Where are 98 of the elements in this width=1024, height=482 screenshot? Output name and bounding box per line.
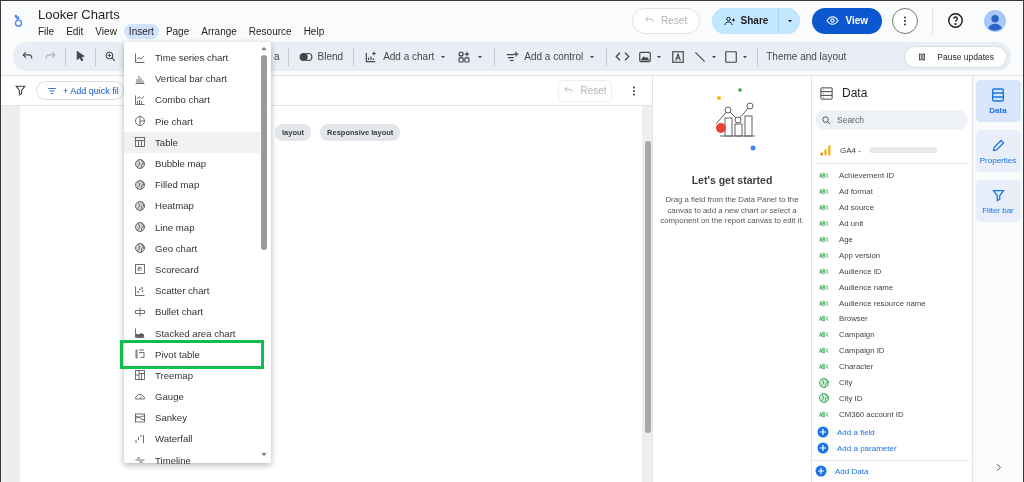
scroll-down-icon[interactable] <box>260 451 268 458</box>
more-button[interactable] <box>892 7 918 34</box>
side-tab[interactable]: Data <box>975 80 1021 122</box>
filter-icon <box>990 187 1006 203</box>
add-action-link[interactable]: Add a parameter <box>812 440 903 457</box>
image-icon[interactable] <box>638 49 653 64</box>
menu-item[interactable]: Edit <box>61 24 89 39</box>
line-chart-icon <box>134 51 146 64</box>
menu-option[interactable]: Geo chart <box>124 237 260 259</box>
shapes-plus-icon <box>457 49 472 64</box>
add-person-icon <box>723 14 736 27</box>
plus-circle-icon <box>815 465 827 478</box>
waterfall-chart-icon <box>134 432 146 445</box>
chart-add-icon <box>364 49 379 64</box>
globe-icon <box>134 242 146 255</box>
menu-option[interactable]: Gauge <box>124 386 260 408</box>
text-box-icon[interactable] <box>671 49 686 64</box>
filter-icon[interactable] <box>14 84 27 97</box>
menu-option[interactable]: Table <box>124 131 260 153</box>
menu-option[interactable]: Bullet chart <box>124 301 260 323</box>
line-icon[interactable] <box>693 49 708 64</box>
pause-icon <box>917 51 928 62</box>
menu-item[interactable]: Arrange <box>196 24 242 39</box>
theme-and-layout-button[interactable]: Theme and layout <box>766 51 847 62</box>
search-field[interactable]: Search <box>815 110 968 130</box>
add-action-link[interactable]: Add a field <box>812 424 881 441</box>
blend-button[interactable]: Blend <box>296 49 346 64</box>
rectangle-icon[interactable] <box>724 49 739 64</box>
menu-item[interactable]: Help <box>298 24 330 39</box>
toolbar-button[interactable]: a <box>274 51 280 62</box>
menu-item[interactable]: Page <box>160 24 195 39</box>
plus-circle-icon <box>817 442 829 455</box>
globe-icon <box>134 178 146 191</box>
scatter-chart-icon <box>134 284 146 297</box>
panel-heading: Let's get started <box>691 174 773 186</box>
menu-option[interactable]: Waterfall <box>124 428 260 450</box>
data-table-icon <box>819 85 834 101</box>
pencil-icon <box>990 137 1006 153</box>
menu-option[interactable]: Line map <box>124 216 260 238</box>
menu-option[interactable]: Sankey <box>124 407 260 429</box>
eye-icon <box>826 14 840 27</box>
combo-chart-icon <box>134 93 146 106</box>
code-icon[interactable] <box>615 49 631 64</box>
bullet-chart-icon <box>134 305 146 318</box>
view-button[interactable]: View <box>812 7 882 34</box>
avatar-icon[interactable] <box>984 9 1006 32</box>
sankey-chart-icon <box>134 411 146 424</box>
search-icon <box>821 114 832 126</box>
table-chart-icon <box>134 136 146 149</box>
menu-item[interactable]: Insert <box>123 24 159 39</box>
panel-title: Data <box>842 86 868 100</box>
area-chart-icon <box>134 327 146 340</box>
scrollbar-thumb[interactable] <box>261 55 267 250</box>
cursor-icon[interactable] <box>74 50 87 63</box>
menu-option[interactable]: Stacked area chart <box>124 322 260 344</box>
add-quick-filter-chip[interactable]: + Add quick fil <box>36 81 124 100</box>
scroll-up-icon[interactable] <box>260 45 268 52</box>
help-icon[interactable] <box>947 12 964 29</box>
bar-chart-icon <box>819 143 832 157</box>
menu-item[interactable]: Resource <box>243 24 297 39</box>
app-title: Looker Charts <box>38 7 121 22</box>
pause-updates-button[interactable]: Pause updates <box>904 45 1007 68</box>
data-source-name: GA4 - <box>840 145 861 155</box>
globe-icon <box>134 199 146 212</box>
menu-option[interactable]: Vertical bar chart <box>124 68 260 90</box>
menu-option[interactable]: Combo chart <box>124 89 260 111</box>
scorecard-chart-icon <box>134 263 146 276</box>
menu-option[interactable]: Filled map <box>124 174 260 196</box>
treemap-chart-icon <box>134 369 146 382</box>
menu-option[interactable]: Pivot table <box>124 343 260 365</box>
menu-option[interactable]: Pie chart <box>124 110 260 132</box>
blurred-text <box>868 147 937 153</box>
menu-option[interactable]: Scatter chart <box>124 280 260 302</box>
globe-icon <box>818 376 830 389</box>
menu-option[interactable]: Bubble map <box>124 152 260 175</box>
menu-option[interactable]: Treemap <box>124 364 260 386</box>
menu-item[interactable]: View <box>90 24 122 39</box>
menu-option[interactable]: Timeline <box>124 449 260 471</box>
globe-icon <box>134 221 146 234</box>
add-data-link[interactable]: Add Data <box>812 463 972 480</box>
side-tab[interactable]: Properties <box>975 130 1021 172</box>
side-tab[interactable]: Filter bar <box>975 180 1021 222</box>
pie-chart-icon <box>134 115 146 128</box>
filter-lines-icon <box>47 85 57 96</box>
menu-item[interactable]: File <box>33 24 60 39</box>
menu-option[interactable]: Scorecard <box>124 258 260 281</box>
scrollbar-thumb[interactable] <box>645 141 651 433</box>
data-list-icon <box>990 87 1006 103</box>
plus-circle-icon <box>817 426 829 439</box>
globe-icon <box>134 157 146 170</box>
control-add-icon <box>505 49 520 64</box>
zoom-icon[interactable] <box>104 50 117 63</box>
globe-icon <box>818 392 830 405</box>
pivot-chart-icon <box>134 348 146 361</box>
add-chart-button[interactable]: Add a chart <box>362 49 450 64</box>
menu-option[interactable]: Time series chart <box>124 47 260 69</box>
menu-option[interactable]: Heatmap <box>124 195 260 217</box>
add-control-button[interactable]: Add a control <box>503 49 599 64</box>
